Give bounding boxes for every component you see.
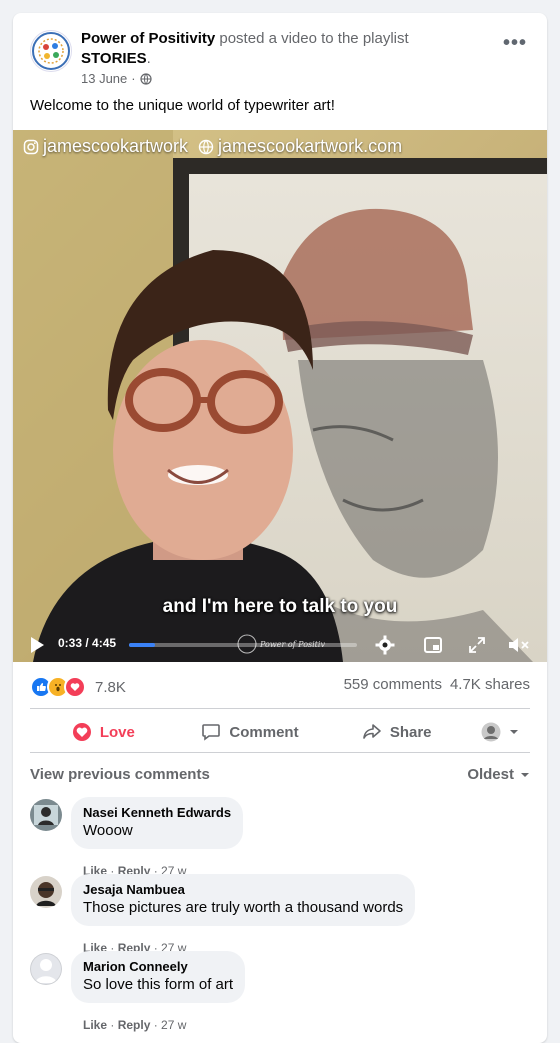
period: . xyxy=(146,50,151,67)
more-options-icon[interactable]: ••• xyxy=(497,33,533,59)
power-of-positivity-overlay-logo: Power of Positivity xyxy=(237,634,325,654)
play-icon[interactable] xyxy=(29,636,45,654)
video-watermark: jamescookartwork jamescookartwork.com xyxy=(23,136,402,157)
divider xyxy=(30,708,530,709)
video-player[interactable]: jamescookartwork jamescookartwork.com an… xyxy=(13,130,547,662)
power-of-positivity-logo-icon xyxy=(32,32,70,70)
post-meta: 13 June · xyxy=(81,71,152,86)
progress-fill xyxy=(129,643,156,647)
video-subtitle: and I'm here to talk to you xyxy=(162,596,398,617)
share-button[interactable]: Share xyxy=(323,716,470,748)
comment-button[interactable]: Comment xyxy=(177,716,324,748)
comment-age[interactable]: 27 w xyxy=(161,1018,186,1032)
comment-bubble: Nasei Kenneth Edwards Wooow xyxy=(71,797,244,849)
settings-gear-icon[interactable] xyxy=(375,635,395,655)
comment-actions: Like · Reply · 27 w xyxy=(83,1018,187,1032)
shares-count[interactable]: 4.7K shares xyxy=(450,676,530,693)
comment-like-link[interactable]: Like xyxy=(83,1018,107,1032)
post-caption: Welcome to the unique world of typewrite… xyxy=(30,97,335,114)
meta-separator: · xyxy=(131,71,136,86)
page-avatar[interactable] xyxy=(30,30,72,72)
sort-label: Oldest xyxy=(467,766,514,783)
globe-icon xyxy=(140,72,152,85)
video-controls: 0:33 / 4:45 Power of Positivity xyxy=(13,626,547,662)
love-reaction-icon xyxy=(64,676,86,698)
love-button[interactable]: Love xyxy=(30,716,177,748)
post-date[interactable]: 13 June xyxy=(81,71,127,86)
view-previous-comments[interactable]: View previous comments xyxy=(30,766,210,783)
post-as-selector[interactable] xyxy=(470,716,530,748)
comment-bubble: Marion Conneely So love this form of art xyxy=(71,951,246,1003)
comment-author[interactable]: Nasei Kenneth Edwards xyxy=(83,805,231,821)
instagram-icon xyxy=(23,139,39,154)
engagement-counts: 559 comments 4.7K shares xyxy=(344,676,530,693)
post-action-text: posted a video to the playlist xyxy=(219,30,409,47)
comment-label: Comment xyxy=(229,723,299,741)
comment-bubble: Jesaja Nambuea Those pictures are truly … xyxy=(71,874,416,926)
default-avatar-icon xyxy=(30,953,62,985)
video-time: 0:33 / 4:45 xyxy=(58,636,117,650)
reaction-count[interactable]: 7.8K xyxy=(95,679,126,696)
post-actions: Love Comment Share xyxy=(30,716,530,748)
commenter-avatar[interactable] xyxy=(30,799,62,831)
page-name-link[interactable]: Power of Positivity xyxy=(81,30,215,47)
comment-text: So love this form of art xyxy=(83,976,234,993)
comment-author[interactable]: Marion Conneely xyxy=(83,959,233,975)
comment-text: Wooow xyxy=(83,822,133,839)
reaction-icons xyxy=(30,676,86,698)
comment-reply-link[interactable]: Reply xyxy=(118,1018,151,1032)
playlist-link[interactable]: STORIES xyxy=(81,50,147,67)
comments-count[interactable]: 559 comments xyxy=(344,676,442,693)
commenter-avatar[interactable] xyxy=(30,876,62,908)
chevron-down-icon xyxy=(521,772,529,777)
overlay-logo-text: Power of Positivity xyxy=(259,640,325,649)
mute-icon[interactable] xyxy=(507,635,531,655)
video-frame xyxy=(13,130,547,662)
watermark-site: jamescookartwork.com xyxy=(218,136,403,156)
divider xyxy=(30,752,530,753)
comment-text: Those pictures are truly worth a thousan… xyxy=(83,899,404,916)
comment-icon xyxy=(202,724,221,741)
fullscreen-icon[interactable] xyxy=(467,635,487,655)
love-icon xyxy=(72,723,91,741)
share-label: Share xyxy=(389,723,432,741)
share-icon xyxy=(363,724,381,739)
comment-sort-dropdown[interactable]: Oldest xyxy=(467,766,530,783)
commenter-avatar[interactable] xyxy=(30,953,62,985)
love-label: Love xyxy=(99,723,135,741)
miniplayer-icon[interactable] xyxy=(423,635,443,655)
watermark-instagram: jamescookartwork xyxy=(43,136,189,156)
chevron-down-icon xyxy=(510,730,519,734)
comment-author[interactable]: Jesaja Nambuea xyxy=(83,882,403,898)
post-header: Power of Positivity posted a video to th… xyxy=(81,29,491,69)
globe-icon xyxy=(198,139,214,154)
profile-avatar-icon xyxy=(481,722,501,742)
post-card: Power of Positivity posted a video to th… xyxy=(13,13,547,1043)
reactions-summary[interactable]: 7.8K xyxy=(30,676,126,698)
